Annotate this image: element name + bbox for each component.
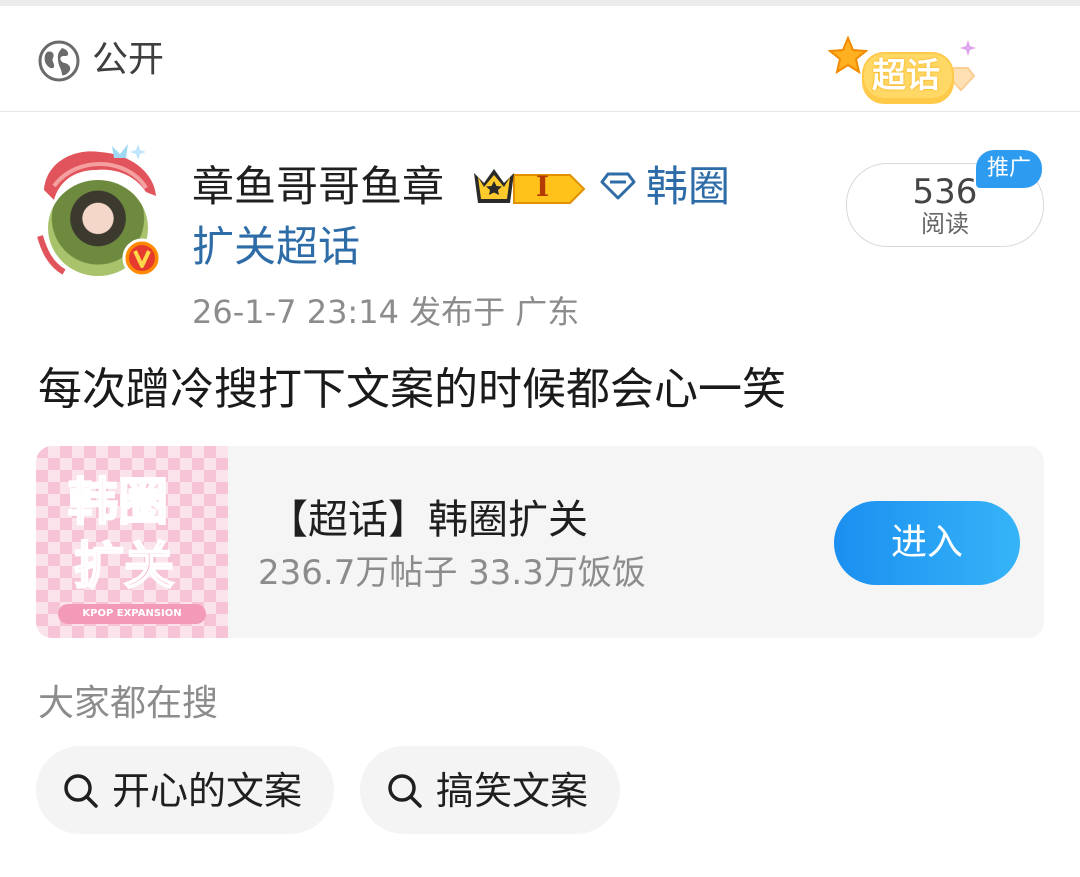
thumb-caption: KPOP EXPANSION xyxy=(82,608,182,619)
visibility-label: 公开 xyxy=(92,39,165,80)
chaohua-badge[interactable]: 超话 xyxy=(822,28,992,108)
search-chip[interactable]: 搞笑文案 xyxy=(360,746,620,834)
topic-link-line1[interactable]: 韩圈 xyxy=(646,160,730,214)
diamond-icon xyxy=(600,172,636,200)
search-icon xyxy=(64,774,98,808)
avatar[interactable] xyxy=(34,140,164,280)
post-timestamp: 26-1-7 23:14 发布于 广东 xyxy=(192,293,580,331)
member-level-label: I xyxy=(536,170,550,203)
member-crown-badge[interactable]: I xyxy=(470,163,588,211)
read-label: 阅读 xyxy=(921,210,969,238)
post-content: 每次蹭冷搜打下文案的时候都会心一笑 xyxy=(38,364,786,415)
topic-stats: 236.7万帖子 33.3万饭饭 xyxy=(258,553,646,593)
search-chip-label: 搞笑文案 xyxy=(436,769,589,813)
promo-tag: 推广 xyxy=(976,150,1042,188)
post-header: 公开 超话 xyxy=(0,6,1080,112)
search-chip[interactable]: 开心的文案 xyxy=(36,746,334,834)
search-icon xyxy=(388,774,422,808)
topic-card[interactable]: 韩圈 扩关 KPOP EXPANSION 【超话】韩圈扩关 236.7万帖子 3… xyxy=(36,446,1044,638)
crown-icon xyxy=(474,169,586,204)
thumb-text-top: 韩圈 xyxy=(67,472,169,532)
search-chip-label: 开心的文案 xyxy=(112,769,303,813)
username[interactable]: 章鱼哥哥鱼章 xyxy=(192,160,444,214)
topic-link-line2[interactable]: 扩关超话 xyxy=(192,220,360,274)
enter-button[interactable]: 进入 xyxy=(834,501,1020,585)
verified-badge-icon xyxy=(122,238,162,278)
globe-icon xyxy=(38,40,80,82)
topic-title: 【超话】韩圈扩关 xyxy=(268,497,588,543)
thumb-text-bottom: 扩关 xyxy=(73,536,175,596)
topic-thumbnail: 韩圈 扩关 KPOP EXPANSION xyxy=(36,446,228,638)
chaohua-badge-label: 超话 xyxy=(872,56,940,96)
trending-search-heading: 大家都在搜 xyxy=(38,683,219,724)
